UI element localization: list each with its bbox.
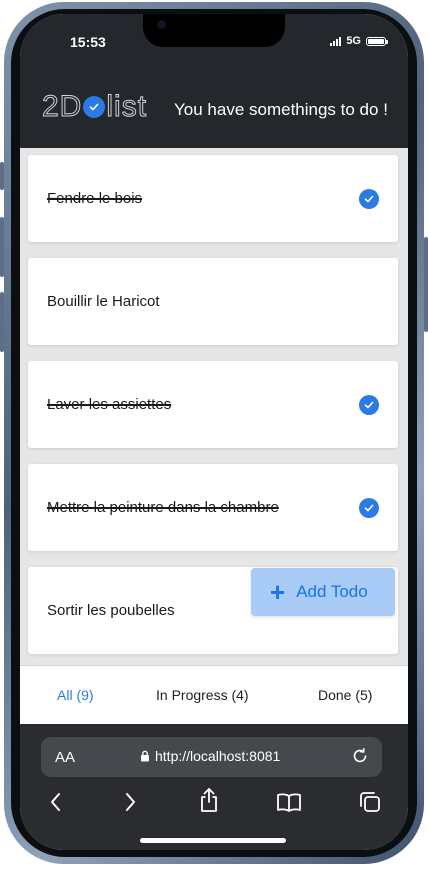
address-bar[interactable]: AA http://localhost:8081 [41, 737, 382, 777]
tab-in-progress[interactable]: In Progress (4) [156, 687, 249, 703]
logo-prefix: 2D [41, 90, 83, 124]
app-logo[interactable]: 2D list [41, 90, 148, 124]
todo-text: Fendre le bois [47, 190, 143, 207]
add-todo-button[interactable]: + Add Todo [251, 568, 395, 616]
cellular-signal-icon [330, 36, 342, 46]
checkmark-icon[interactable] [359, 395, 379, 415]
app-header: 2D list You have somethings to do ! [20, 76, 408, 148]
screen: 15:53 5G 2D list You have somethings to … [20, 14, 408, 850]
status-indicators: 5G [330, 35, 388, 47]
logo-check-icon [83, 96, 106, 118]
power-button [424, 237, 428, 332]
tab-done[interactable]: Done (5) [318, 687, 372, 703]
back-icon[interactable] [47, 791, 65, 813]
todo-text: Mettre la peinture dans la chambre [47, 499, 279, 516]
bookmarks-icon[interactable] [276, 791, 302, 813]
lock-icon [141, 750, 149, 762]
mute-switch [0, 162, 4, 190]
todo-text: Bouillir le Haricot [47, 293, 160, 310]
forward-icon[interactable] [121, 791, 139, 813]
battery-icon [366, 36, 388, 46]
url-text: http://localhost:8081 [155, 748, 281, 764]
todo-text: Sortir les poubelles [47, 602, 175, 619]
network-type: 5G [346, 35, 361, 47]
dynamic-island [143, 14, 285, 47]
status-time: 15:53 [70, 34, 106, 50]
todo-item[interactable]: Laver les assiettes [28, 361, 398, 448]
todo-item[interactable]: Fendre le bois [28, 155, 398, 242]
volume-down-button [0, 292, 4, 352]
browser-toolbar: AA http://localhost:8081 [20, 724, 408, 850]
tab-all[interactable]: All (9) [57, 687, 94, 703]
home-indicator[interactable] [140, 838, 286, 843]
todo-text: Laver les assiettes [47, 396, 172, 413]
header-tagline: You have somethings to do ! [174, 100, 388, 119]
url-display[interactable]: http://localhost:8081 [140, 748, 280, 764]
share-icon[interactable] [198, 787, 220, 813]
logo-suffix: list [106, 90, 148, 124]
front-camera-icon [157, 20, 166, 29]
add-todo-label: Add Todo [296, 582, 368, 601]
checkmark-icon[interactable] [359, 189, 379, 209]
status-bar: 15:53 5G [20, 14, 408, 76]
reader-options-button[interactable]: AA [55, 749, 75, 766]
reload-icon[interactable] [350, 746, 370, 766]
battery-level [368, 38, 384, 44]
checkmark-icon[interactable] [359, 498, 379, 518]
todo-item[interactable]: Mettre la peinture dans la chambre [28, 464, 398, 551]
filter-tabs: All (9) In Progress (4) Done (5) [20, 665, 408, 725]
volume-up-button [0, 217, 4, 277]
tabs-icon[interactable] [358, 791, 382, 813]
plus-icon: + [270, 577, 286, 607]
todo-item[interactable]: Bouillir le Haricot [28, 258, 398, 345]
